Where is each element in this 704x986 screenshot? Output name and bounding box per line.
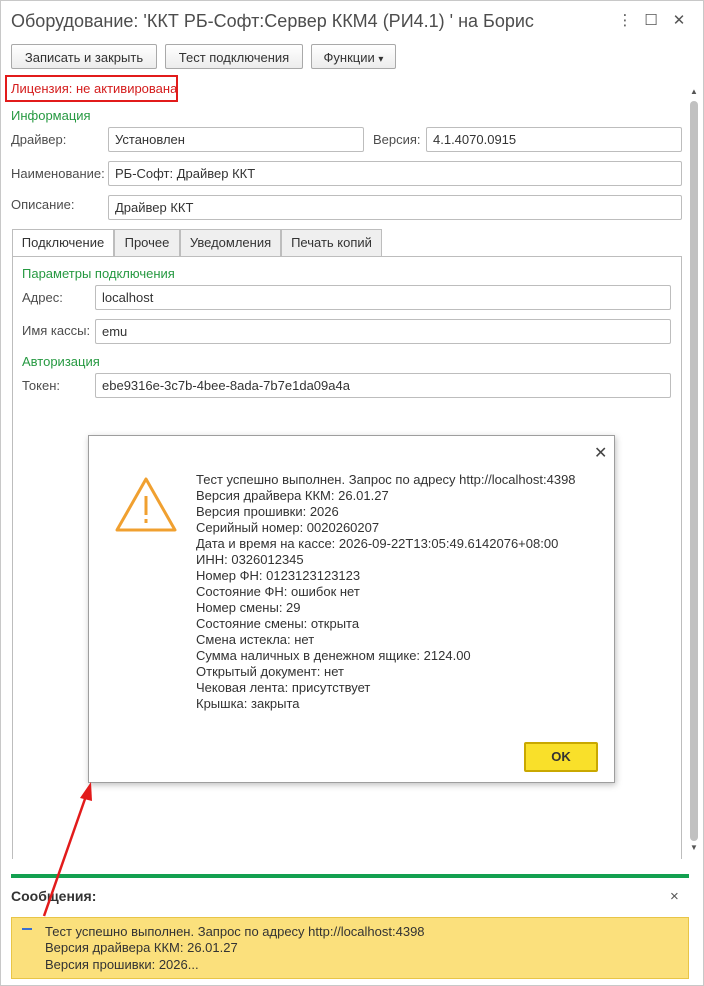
dialog-line: Состояние ФН: ошибок нет [196, 584, 360, 599]
dialog-close-icon[interactable]: ✕ [594, 443, 607, 463]
connection-params-title: Параметры подключения [22, 266, 175, 281]
token-field[interactable]: ebe9316e-3c7b-4bee-8ada-7b7e1da09a4a [95, 373, 671, 398]
dialog-line: Чековая лента: присутствует [196, 680, 371, 695]
dialog-line: Смена истекла: нет [196, 632, 315, 647]
dialog-line: Сумма наличных в денежном ящике: 2124.00 [196, 648, 471, 663]
tab-print-copies[interactable]: Печать копий [281, 229, 382, 256]
version-label: Версия: [373, 132, 421, 147]
messages-panel[interactable]: Тест успешно выполнен. Запрос по адресу … [11, 917, 689, 979]
info-group-title: Информация [11, 108, 91, 123]
auth-group-title: Авторизация [22, 354, 100, 369]
more-options-icon[interactable]: ⋮ [613, 10, 637, 32]
driver-label: Драйвер: [11, 132, 67, 147]
license-status[interactable]: Лицензия: не активирована [5, 75, 178, 102]
ok-button[interactable]: OK [524, 742, 598, 772]
driver-field[interactable]: Установлен [108, 127, 364, 152]
cashbox-name-field[interactable]: emu [95, 319, 671, 344]
name-field[interactable]: РБ-Софт: Драйвер ККТ [108, 161, 682, 186]
version-field[interactable]: 4.1.4070.0915 [426, 127, 682, 152]
test-result-dialog: ✕ Тест успешно выполнен. Запрос по адрес… [88, 435, 615, 783]
tab-notifications[interactable]: Уведомления [180, 229, 281, 256]
message-line: Версия прошивки: 2026... [45, 957, 199, 972]
address-field[interactable]: localhost [95, 285, 671, 310]
dialog-line: ИНН: 0326012345 [196, 552, 304, 567]
dialog-line: Открытый документ: нет [196, 664, 344, 679]
message-line: Версия драйвера ККМ: 26.01.27 [45, 940, 238, 955]
scroll-thumb[interactable] [690, 101, 698, 841]
maximize-icon[interactable]: ☐ [639, 10, 663, 32]
dialog-line: Крышка: закрыта [196, 696, 300, 711]
vertical-scrollbar[interactable]: ▲ ▼ [688, 85, 700, 857]
messages-separator [11, 874, 689, 878]
name-label: Наименование: [11, 166, 105, 181]
dialog-line: Состояние смены: открыта [196, 616, 360, 631]
cashbox-name-label: Имя кассы: [22, 323, 91, 338]
tab-other[interactable]: Прочее [114, 229, 180, 256]
chevron-down-icon: ▾ [378, 54, 384, 65]
dialog-line: Версия прошивки: 2026 [196, 504, 339, 519]
functions-label: Функции [323, 50, 375, 65]
address-label: Адрес: [22, 290, 63, 305]
dialog-line: Тест успешно выполнен. Запрос по адресу … [196, 472, 576, 487]
functions-menu-button[interactable]: Функции ▾ [311, 44, 396, 69]
window-title: Оборудование: 'ККТ РБ-Софт:Сервер ККМ4 (… [11, 11, 534, 31]
message-line: Тест успешно выполнен. Запрос по адресу … [45, 924, 425, 939]
token-label: Токен: [22, 378, 61, 393]
message-marker-icon [22, 928, 32, 930]
messages-close-icon[interactable]: × [670, 888, 679, 905]
dialog-line: Дата и время на кассе: 2026-09-22T13:05:… [196, 536, 559, 551]
equipment-window: Оборудование: 'ККТ РБ-Софт:Сервер ККМ4 (… [0, 0, 704, 986]
scroll-down-icon[interactable]: ▼ [688, 843, 700, 852]
dialog-line: Номер смены: 29 [196, 600, 301, 615]
dialog-line: Номер ФН: 0123123123123 [196, 568, 361, 583]
description-field[interactable]: Драйвер ККТ [108, 195, 682, 220]
test-connection-button[interactable]: Тест подключения [165, 44, 303, 69]
warning-triangle-icon [115, 477, 177, 532]
title-bar: Оборудование: 'ККТ РБ-Софт:Сервер ККМ4 (… [1, 1, 703, 41]
dialog-line: Версия драйвера ККМ: 26.01.27 [196, 488, 389, 503]
save-and-close-button[interactable]: Записать и закрыть [11, 44, 157, 69]
description-label: Описание: [11, 197, 75, 212]
dialog-line: Серийный номер: 0020260207 [196, 520, 380, 535]
tab-connection[interactable]: Подключение [12, 229, 114, 257]
messages-title: Сообщения: [11, 888, 97, 904]
close-icon[interactable]: ✕ [667, 10, 691, 32]
scroll-up-icon[interactable]: ▲ [688, 87, 700, 96]
